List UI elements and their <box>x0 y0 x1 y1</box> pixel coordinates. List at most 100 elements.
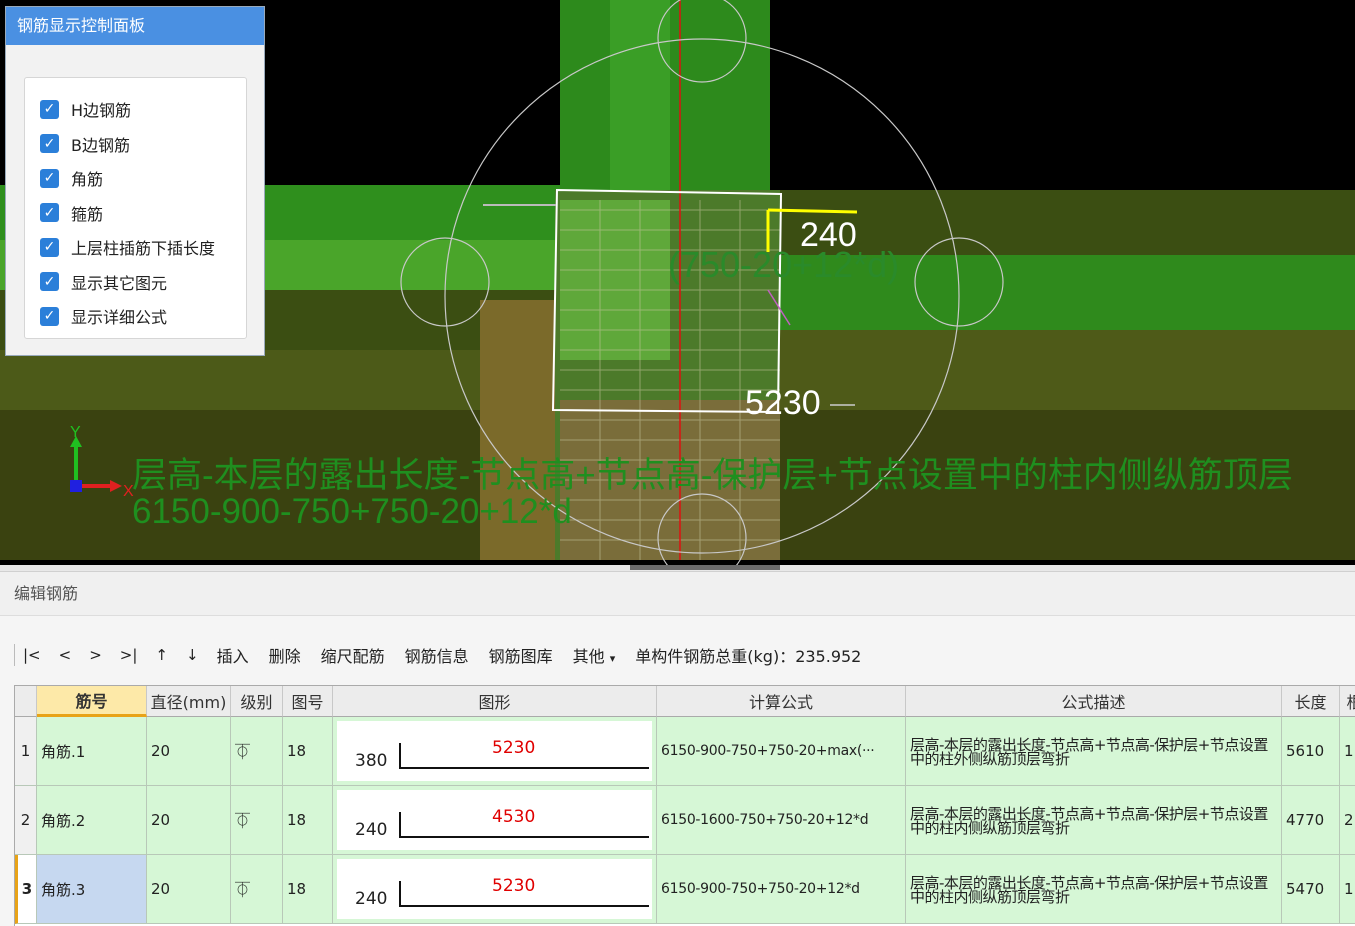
option-corner-rebar[interactable]: ✓ 角筋 <box>25 161 246 196</box>
header-diameter[interactable]: 直径(mm) <box>147 686 231 717</box>
shape-bar-line <box>399 905 649 907</box>
edit-rebar-panel: 编辑钢筋 |< < > >| ↑ ↓ 插入 删除 缩尺配筋 钢筋信息 钢筋图库 … <box>0 571 1355 926</box>
cell-shape[interactable]: 240 4530 <box>333 786 657 855</box>
nav-first-button[interactable]: |< <box>23 646 41 664</box>
option-label: B边钢筋 <box>71 135 130 155</box>
cell-grade[interactable]: ⏁ <box>231 855 283 924</box>
option-label: H边钢筋 <box>71 101 132 121</box>
header-rebar-no[interactable]: 筋号 <box>37 686 147 717</box>
delete-button[interactable]: 删除 <box>269 643 301 667</box>
move-up-button[interactable]: ↑ <box>155 646 168 664</box>
checkbox-checked-icon[interactable]: ✓ <box>40 168 59 188</box>
header-count[interactable]: 根 <box>1340 686 1355 717</box>
formula-value-overlay: 6150-900-750+750-20+12*d <box>132 492 572 531</box>
shape-hook-line <box>399 812 401 838</box>
header-formula-desc[interactable]: 公式描述 <box>906 686 1282 717</box>
column-node-light <box>560 200 670 360</box>
cell-formula-desc[interactable]: 层高-本层的露出长度-节点高+节点高-保护层+节点设置中的柱内侧纵筋顶层弯折 <box>906 855 1282 924</box>
option-label: 箍筋 <box>71 204 104 224</box>
nav-prev-button[interactable]: < <box>59 646 72 664</box>
cell-formula[interactable]: 6150-1600-750+750-20+12*d <box>657 786 906 855</box>
shape-hook-length: 240 <box>355 889 388 909</box>
cell-figure-no[interactable]: 18 <box>283 855 333 924</box>
beam-left-lower <box>0 350 560 420</box>
cell-count[interactable]: 2 <box>1340 786 1355 855</box>
checkbox-checked-icon[interactable]: ✓ <box>40 306 59 326</box>
cell-formula-desc[interactable]: 层高-本层的露出长度-节点高+节点高-保护层+节点设置中的柱内侧纵筋顶层弯折 <box>906 786 1282 855</box>
cell-length[interactable]: 5610 <box>1282 717 1340 786</box>
cell-length[interactable]: 5470 <box>1282 855 1340 924</box>
beam-right-lower <box>780 330 1355 420</box>
table-row-selected[interactable]: 3 角筋.3 20 ⏁ 18 240 5230 6150-900-750+750… <box>15 855 1355 924</box>
header-figure-no[interactable]: 图号 <box>283 686 333 717</box>
table-header: 筋号 直径(mm) 级别 图号 图形 计算公式 公式描述 长度 根 <box>15 686 1355 717</box>
shape-hook-line <box>399 743 401 769</box>
scale-rebar-button[interactable]: 缩尺配筋 <box>321 643 385 667</box>
table-row[interactable]: 2 角筋.2 20 ⏁ 18 240 4530 6150-1600-750+75… <box>15 786 1355 855</box>
rebar-library-button[interactable]: 钢筋图库 <box>489 643 553 667</box>
control-panel-options: ✓ H边钢筋 ✓ B边钢筋 ✓ 角筋 ✓ 箍筋 ✓ 上层柱插筋下插长度 ✓ 显示其它图元 ✓… <box>24 77 247 339</box>
row-number[interactable]: 2 <box>15 786 37 855</box>
option-upper-dowel-length[interactable]: ✓ 上层柱插筋下插长度 <box>25 230 246 265</box>
cell-formula[interactable]: 6150-900-750+750-20+max(··· <box>657 717 906 786</box>
checkbox-checked-icon[interactable]: ✓ <box>40 99 59 119</box>
insert-button[interactable]: 插入 <box>217 643 249 667</box>
cell-rebar-no[interactable]: 角筋.1 <box>37 717 147 786</box>
header-shape[interactable]: 图形 <box>333 686 657 717</box>
shape-hook-line <box>399 881 401 907</box>
3d-viewport[interactable]: 240 (750-20+12*d) 5230 Y X 层高-本层的露出长度-节点… <box>0 0 1355 565</box>
cell-rebar-no[interactable]: 角筋.2 <box>37 786 147 855</box>
move-down-button[interactable]: ↓ <box>186 646 199 664</box>
option-show-detail-formula[interactable]: ✓ 显示详细公式 <box>25 299 246 334</box>
shape-main-length: 4530 <box>492 807 536 827</box>
checkbox-checked-icon[interactable]: ✓ <box>40 237 59 257</box>
cell-shape[interactable]: 240 5230 <box>333 855 657 924</box>
option-show-other-elements[interactable]: ✓ 显示其它图元 <box>25 265 246 300</box>
option-b-side-rebar[interactable]: ✓ B边钢筋 <box>25 127 246 162</box>
cell-formula-desc[interactable]: 层高-本层的露出长度-节点高+节点高-保护层+节点设置中的柱外侧纵筋顶层弯折 <box>906 717 1282 786</box>
axis-y-label: Y <box>70 424 81 441</box>
option-label: 上层柱插筋下插长度 <box>71 239 216 259</box>
shape-hook-length: 380 <box>355 751 388 771</box>
rebar-table[interactable]: 筋号 直径(mm) 级别 图号 图形 计算公式 公式描述 长度 根 1 角筋.1… <box>14 685 1355 926</box>
cell-diameter[interactable]: 20 <box>147 717 231 786</box>
header-corner <box>15 686 37 717</box>
cell-diameter[interactable]: 20 <box>147 855 231 924</box>
cell-count[interactable]: 1 <box>1340 855 1355 924</box>
row-number[interactable]: 1 <box>15 717 37 786</box>
chevron-down-icon: ▾ <box>609 652 616 665</box>
checkbox-checked-icon[interactable]: ✓ <box>40 203 59 223</box>
cell-grade[interactable]: ⏁ <box>231 717 283 786</box>
cell-diameter[interactable]: 20 <box>147 786 231 855</box>
header-formula[interactable]: 计算公式 <box>657 686 906 717</box>
cell-grade[interactable]: ⏁ <box>231 786 283 855</box>
formula-description-overlay: 层高-本层的露出长度-节点高+节点高-保护层+节点设置中的柱内侧纵筋顶层 <box>132 456 1293 495</box>
option-stirrup[interactable]: ✓ 箍筋 <box>25 196 246 231</box>
app-root: 240 (750-20+12*d) 5230 Y X 层高-本层的露出长度-节点… <box>0 0 1355 926</box>
checkbox-checked-icon[interactable]: ✓ <box>40 272 59 292</box>
cell-shape[interactable]: 380 5230 <box>333 717 657 786</box>
checkbox-checked-icon[interactable]: ✓ <box>40 134 59 154</box>
cell-count[interactable]: 1 <box>1340 717 1355 786</box>
cell-length[interactable]: 4770 <box>1282 786 1340 855</box>
toolbar-separator <box>14 644 15 666</box>
rebar-info-button[interactable]: 钢筋信息 <box>405 643 469 667</box>
shape-canvas: 380 5230 <box>337 721 652 781</box>
cell-formula[interactable]: 6150-900-750+750-20+12*d <box>657 855 906 924</box>
cell-figure-no[interactable]: 18 <box>283 717 333 786</box>
table-row[interactable]: 1 角筋.1 20 ⏁ 18 380 5230 6150-900-750+750… <box>15 717 1355 786</box>
row-number[interactable]: 3 <box>15 855 37 924</box>
option-label: 显示其它图元 <box>71 273 168 293</box>
nav-next-button[interactable]: > <box>89 646 102 664</box>
other-menu-button[interactable]: 其他 ▾ <box>573 643 616 667</box>
editor-toolbar: |< < > >| ↑ ↓ 插入 删除 缩尺配筋 钢筋信息 钢筋图库 其他 ▾ … <box>0 634 1355 676</box>
cell-rebar-no[interactable]: 角筋.3 <box>37 855 147 924</box>
column-upper-highlight <box>610 0 670 195</box>
option-h-side-rebar[interactable]: ✓ H边钢筋 <box>25 92 246 127</box>
nav-last-button[interactable]: >| <box>120 646 138 664</box>
header-length[interactable]: 长度 <box>1282 686 1340 717</box>
header-grade[interactable]: 级别 <box>231 686 283 717</box>
shape-main-length: 5230 <box>492 738 536 758</box>
cell-figure-no[interactable]: 18 <box>283 786 333 855</box>
splitter-grip[interactable] <box>630 565 780 570</box>
